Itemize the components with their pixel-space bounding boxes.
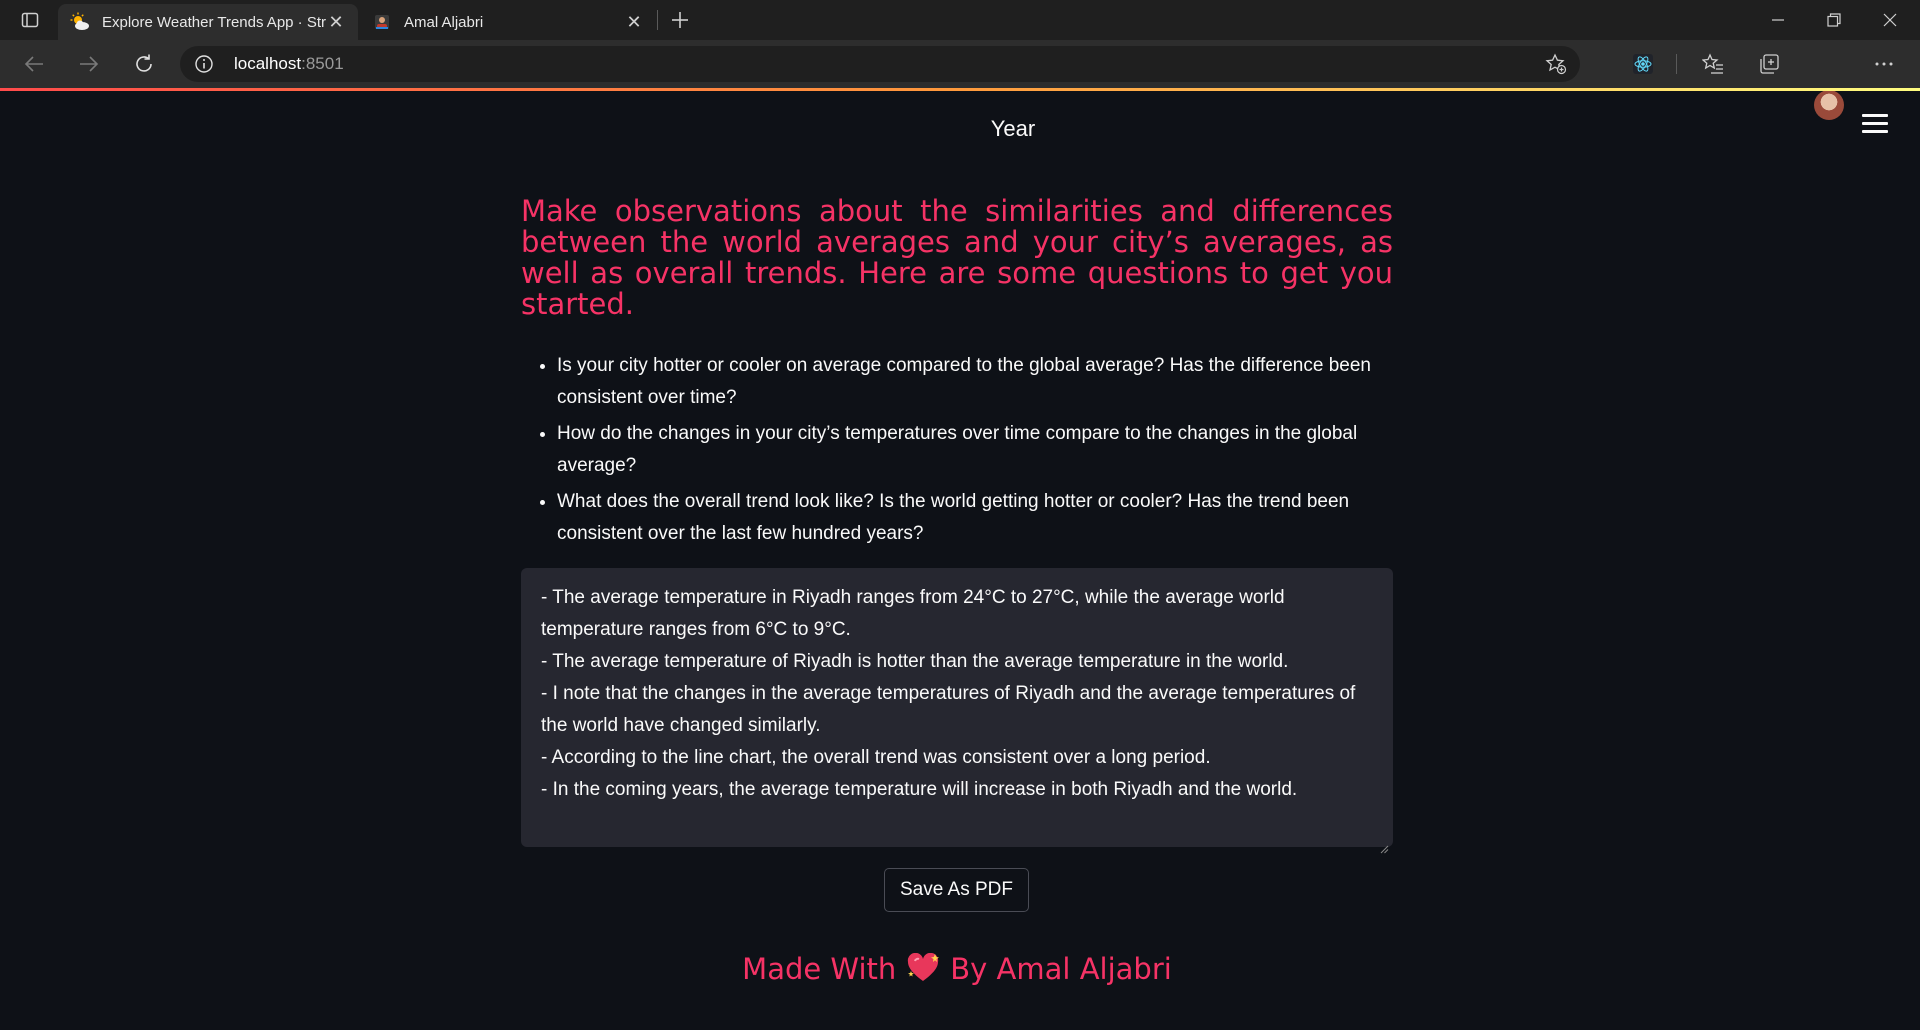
close-tab-icon[interactable]: ✕: [624, 12, 644, 32]
url-text: localhost:8501: [234, 54, 344, 74]
observations-text: - The average temperature in Riyadh rang…: [541, 587, 1356, 800]
question-item: How do the changes in your city’s temper…: [557, 418, 1393, 482]
main-content: Make observations about the similarities…: [521, 196, 1393, 554]
resize-handle-icon[interactable]: [1379, 833, 1389, 854]
observations-textarea[interactable]: - The average temperature in Riyadh rang…: [521, 568, 1393, 854]
profile-icon: [372, 12, 392, 32]
react-devtools-icon[interactable]: [1627, 48, 1659, 80]
close-window-icon[interactable]: [1862, 0, 1918, 40]
question-list: Is your city hotter or cooler on average…: [521, 350, 1393, 550]
tab-title: Amal Aljabri: [404, 13, 484, 31]
url-port: :8501: [301, 54, 344, 73]
restore-icon[interactable]: [1806, 0, 1862, 40]
section-heading: Make observations about the similarities…: [521, 194, 1393, 321]
footer-prefix: Made With: [742, 952, 897, 986]
toolbar-separator: [1676, 54, 1677, 74]
minimize-icon[interactable]: [1750, 0, 1806, 40]
footer-suffix: By Amal Aljabri: [950, 952, 1172, 986]
add-favorite-icon[interactable]: [1544, 52, 1568, 76]
question-item: What does the overall trend look like? I…: [557, 486, 1393, 550]
close-tab-icon[interactable]: ✕: [326, 12, 346, 32]
address-toolbar: localhost:8501: [0, 40, 1920, 120]
more-menu-icon[interactable]: [1868, 48, 1900, 80]
info-icon[interactable]: [194, 54, 214, 74]
main-menu-icon[interactable]: [1862, 114, 1888, 136]
save-as-pdf-button[interactable]: Save As PDF: [884, 868, 1029, 912]
browser-tab-bar: Explore Weather Trends App · Str ✕ Amal …: [0, 0, 1920, 40]
tab-actions-icon[interactable]: [14, 6, 46, 34]
question-item: Is your city hotter or cooler on average…: [557, 350, 1393, 414]
address-bar[interactable]: localhost:8501: [180, 46, 1580, 82]
sun-cloud-icon: [70, 12, 90, 32]
new-tab-icon[interactable]: [666, 6, 694, 34]
refresh-icon[interactable]: [128, 48, 160, 80]
sparkling-heart-icon: [906, 952, 940, 990]
forward-arrow-icon[interactable]: [73, 48, 105, 80]
browser-tab-active[interactable]: Explore Weather Trends App · Str ✕: [58, 4, 358, 40]
chart-x-axis-label: Year: [0, 116, 1920, 142]
collections-icon[interactable]: [1753, 48, 1785, 80]
footer-credit: Made With By Amal Aljabri: [0, 952, 1914, 990]
x-axis-title: Year: [990, 116, 1036, 141]
browser-tab[interactable]: Amal Aljabri ✕: [360, 4, 656, 40]
streamlit-decoration-bar: [0, 88, 1920, 91]
tab-title: Explore Weather Trends App · Str: [102, 13, 326, 31]
favorites-icon[interactable]: [1697, 48, 1729, 80]
back-arrow-icon[interactable]: [18, 48, 50, 80]
url-host: localhost: [234, 54, 302, 73]
tab-separator: [657, 10, 658, 30]
profile-avatar[interactable]: [1814, 90, 1844, 120]
